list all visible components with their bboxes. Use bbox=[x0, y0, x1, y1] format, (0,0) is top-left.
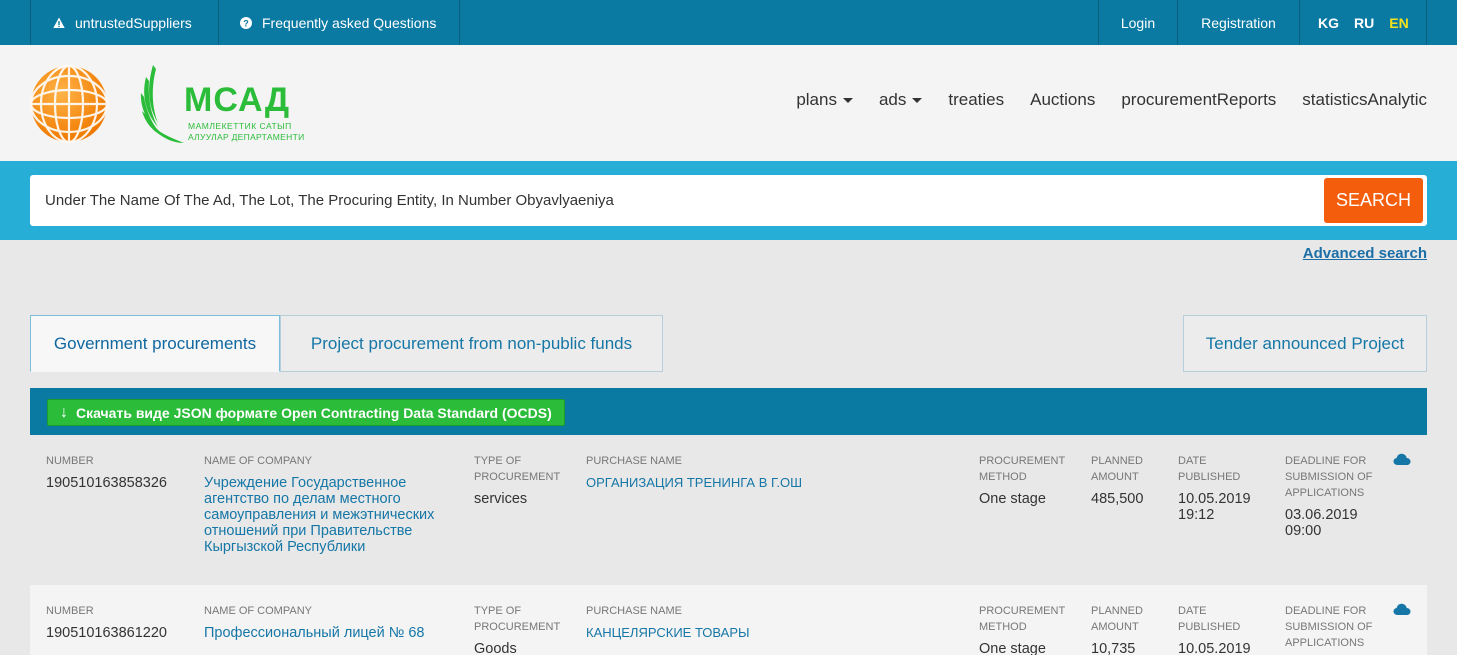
label-method: PROCUREMENT METHOD bbox=[979, 605, 1065, 633]
cell-date: DATE PUBLISHED 10.05.2019 bbox=[1178, 603, 1263, 655]
caret-down-icon bbox=[842, 97, 853, 103]
deadline-value: 03.06.2019 09:00 bbox=[1285, 507, 1358, 539]
number-value: 190510163858326 bbox=[46, 475, 167, 491]
cloud-icon[interactable] bbox=[1393, 603, 1411, 615]
label-type: TYPE OF PROCUREMENT bbox=[474, 605, 561, 633]
nav-plans-label: plans bbox=[796, 90, 837, 109]
cell-company: NAME OF COMPANY Профессиональный лицей №… bbox=[204, 603, 444, 641]
label-type: TYPE OF PROCUREMENT bbox=[474, 455, 561, 483]
search-box: SEARCH bbox=[30, 175, 1427, 226]
label-deadline: DEADLINE FOR SUBMISSION OF APPLICATIONS bbox=[1285, 605, 1373, 649]
download-ocds-label: Скачать виде JSON формате Open Contracti… bbox=[76, 404, 552, 421]
lang-kg[interactable]: KG bbox=[1318, 15, 1339, 31]
purchase-link[interactable]: КАНЦЕЛЯРСКИЕ ТОВАРЫ bbox=[586, 625, 946, 641]
registration-label: Registration bbox=[1201, 14, 1276, 31]
cell-deadline: DEADLINE FOR SUBMISSION OF APPLICATIONS bbox=[1285, 603, 1373, 651]
main-nav: plans ads treaties Auctions procurementR… bbox=[770, 90, 1427, 110]
nav-procurement-reports[interactable]: procurementReports bbox=[1121, 90, 1276, 110]
cell-number: NUMBER 190510163858326 bbox=[46, 453, 196, 491]
table-row[interactable]: NUMBER 190510163858326 NAME OF COMPANY У… bbox=[30, 435, 1427, 585]
type-value: services bbox=[474, 491, 528, 507]
top-bar: untrustedSuppliers ? Frequently asked Qu… bbox=[0, 0, 1457, 45]
login-label: Login bbox=[1120, 14, 1156, 31]
number-value: 190510163861220 bbox=[46, 625, 167, 641]
globe-logo-icon[interactable] bbox=[30, 65, 108, 143]
msad-title: МСАД bbox=[184, 81, 291, 119]
download-ocds-button[interactable]: ↓ Скачать виде JSON формате Open Contrac… bbox=[47, 399, 565, 426]
label-deadline: DEADLINE FOR SUBMISSION OF APPLICATIONS bbox=[1285, 455, 1373, 499]
cell-type: TYPE OF PROCUREMENT Goods bbox=[474, 603, 569, 655]
tab-tender-announced-project[interactable]: Tender announced Project bbox=[1183, 315, 1427, 372]
type-value: Goods bbox=[474, 641, 517, 655]
label-amount: PLANNED AMOUNT bbox=[1091, 605, 1143, 633]
cell-company: NAME OF COMPANY Учреждение Государственн… bbox=[204, 453, 444, 555]
label-purchase: PURCHASE NAME bbox=[586, 455, 682, 467]
cell-purchase: PURCHASE NAME ОРГАНИЗАЦИЯ ТРЕНИНГА В Г.О… bbox=[586, 453, 946, 491]
company-link[interactable]: Учреждение Государственное агентство по … bbox=[204, 475, 444, 555]
date-value: 10.05.2019 19:12 bbox=[1178, 491, 1251, 523]
search-band: SEARCH bbox=[0, 161, 1457, 240]
label-date: DATE PUBLISHED bbox=[1178, 455, 1241, 483]
cell-amount: PLANNED AMOUNT 10,735 bbox=[1091, 603, 1161, 655]
label-company: NAME OF COMPANY bbox=[204, 455, 312, 467]
msad-subtitle-1: МАМЛЕКЕТТИК САТЫП bbox=[188, 121, 292, 131]
login-link[interactable]: Login bbox=[1098, 0, 1177, 45]
amount-value: 10,735 bbox=[1091, 641, 1136, 655]
cell-purchase: PURCHASE NAME КАНЦЕЛЯРСКИЕ ТОВАРЫ bbox=[586, 603, 946, 641]
caret-down-icon bbox=[912, 97, 923, 103]
label-company: NAME OF COMPANY bbox=[204, 605, 312, 617]
lang-en[interactable]: EN bbox=[1389, 15, 1408, 31]
table-row[interactable]: NUMBER 190510163861220 NAME OF COMPANY П… bbox=[30, 585, 1427, 655]
nav-treaties[interactable]: treaties bbox=[948, 90, 1004, 110]
advanced-search-link[interactable]: Advanced search bbox=[1303, 245, 1427, 262]
faq-link[interactable]: ? Frequently asked Questions bbox=[218, 0, 460, 45]
label-method: PROCUREMENT METHOD bbox=[979, 455, 1065, 483]
registration-link[interactable]: Registration bbox=[1177, 0, 1299, 45]
label-number: NUMBER bbox=[46, 455, 94, 467]
svg-text:?: ? bbox=[243, 18, 249, 28]
cell-number: NUMBER 190510163861220 bbox=[46, 603, 196, 641]
language-switcher: KG RU EN bbox=[1299, 0, 1427, 45]
label-purchase: PURCHASE NAME bbox=[586, 605, 682, 617]
nav-auctions[interactable]: Auctions bbox=[1030, 90, 1095, 110]
faq-label: Frequently asked Questions bbox=[262, 14, 437, 31]
nav-plans[interactable]: plans bbox=[796, 90, 853, 110]
cell-method: PROCUREMENT METHOD One stage bbox=[979, 453, 1074, 507]
nav-ads-label: ads bbox=[878, 90, 907, 109]
company-link[interactable]: Профессиональный лицей № 68 bbox=[204, 625, 444, 641]
cell-deadline: DEADLINE FOR SUBMISSION OF APPLICATIONS … bbox=[1285, 453, 1373, 539]
warning-icon bbox=[53, 17, 65, 29]
tab-project-procurement[interactable]: Project procurement from non-public fund… bbox=[280, 315, 663, 372]
untrusted-suppliers-label: untrustedSuppliers bbox=[75, 14, 192, 31]
tab-government-procurements[interactable]: Government procurements bbox=[30, 315, 280, 372]
purchase-link[interactable]: ОРГАНИЗАЦИЯ ТРЕНИНГА В Г.ОШ bbox=[586, 475, 946, 491]
nav-ads[interactable]: ads bbox=[878, 90, 923, 110]
method-value: One stage bbox=[979, 641, 1046, 655]
date-value: 10.05.2019 bbox=[1178, 641, 1251, 655]
method-value: One stage bbox=[979, 491, 1046, 507]
download-bar: ↓ Скачать виде JSON формате Open Contrac… bbox=[30, 388, 1427, 435]
cell-amount: PLANNED AMOUNT 485,500 bbox=[1091, 453, 1161, 507]
label-amount: PLANNED AMOUNT bbox=[1091, 455, 1143, 483]
cell-type: TYPE OF PROCUREMENT services bbox=[474, 453, 569, 507]
untrusted-suppliers-link[interactable]: untrustedSuppliers bbox=[30, 0, 218, 45]
msad-subtitle-2: АЛУУЛАР ДЕПАРТАМЕНТИ bbox=[188, 132, 305, 142]
amount-value: 485,500 bbox=[1091, 491, 1144, 507]
label-date: DATE PUBLISHED bbox=[1178, 605, 1241, 633]
search-input[interactable] bbox=[30, 175, 1320, 226]
nav-statistics-analytic[interactable]: statisticsAnalytic bbox=[1302, 90, 1427, 110]
arrow-down-icon: ↓ bbox=[60, 403, 68, 421]
lang-ru[interactable]: RU bbox=[1354, 15, 1374, 31]
cell-date: DATE PUBLISHED 10.05.2019 19:12 bbox=[1178, 453, 1263, 523]
site-header: МСАД МАМЛЕКЕТТИК САТЫП АЛУУЛАР ДЕПАРТАМЕ… bbox=[0, 45, 1457, 161]
label-number: NUMBER bbox=[46, 605, 94, 617]
question-icon: ? bbox=[240, 16, 252, 29]
cloud-icon[interactable] bbox=[1393, 453, 1411, 465]
search-button[interactable]: SEARCH bbox=[1324, 178, 1423, 223]
cell-method: PROCUREMENT METHOD One stage bbox=[979, 603, 1074, 655]
